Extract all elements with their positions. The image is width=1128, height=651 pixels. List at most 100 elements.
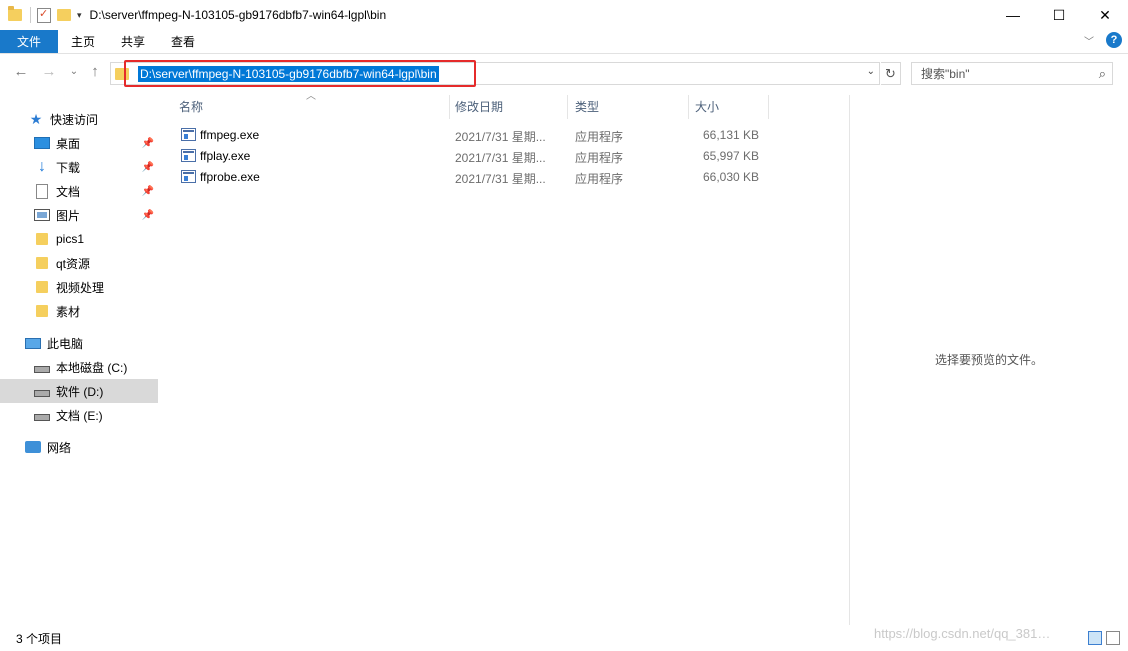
drive-icon (34, 413, 50, 421)
sidebar-item-qt-resources[interactable]: qt资源 (0, 251, 158, 275)
tab-share[interactable]: 共享 (108, 30, 158, 53)
column-divider[interactable] (688, 95, 689, 119)
file-type: 应用程序 (575, 172, 624, 186)
details-view-button[interactable] (1088, 631, 1102, 645)
search-icon[interactable]: ⌕ (1099, 66, 1106, 82)
file-name: ffmpeg.exe (200, 128, 260, 142)
title-bar: ▾ D:\server\ffmpeg-N-103105-gb9176dbfb7-… (0, 0, 1128, 30)
sidebar-item-label: 桌面 (56, 136, 81, 151)
star-icon: ★ (29, 111, 43, 127)
quick-access-toolbar: ▾ (8, 6, 90, 23)
pin-icon[interactable]: 📌 (142, 138, 154, 149)
computer-icon (25, 337, 41, 349)
search-placeholder: 搜索"bin" (921, 67, 970, 81)
pin-icon[interactable]: 📌 (142, 210, 154, 221)
navigation-bar: ← → ⌄ ↑ D:\server\ffmpeg-N-103105-gb9176… (0, 55, 1128, 93)
tab-view[interactable]: 查看 (158, 30, 208, 53)
search-input[interactable]: 搜索"bin" ⌕ (911, 62, 1113, 85)
sidebar-item-drive-c[interactable]: 本地磁盘 (C:) (0, 355, 158, 379)
sidebar-item-label: 文档 (56, 184, 81, 199)
sidebar-item-quick-access[interactable]: ★ 快速访问 (0, 107, 158, 131)
tab-file[interactable]: 文件 (0, 30, 58, 53)
preview-pane: 选择要预览的文件。 (849, 95, 1128, 625)
file-name: ffprobe.exe (200, 170, 260, 184)
address-dropdown-chevron-icon[interactable]: ⌄ (867, 66, 875, 77)
sidebar-item-materials[interactable]: 素材 (0, 299, 158, 323)
sidebar-item-label: pics1 (56, 232, 85, 246)
sidebar-item-drive-e[interactable]: 文档 (E:) (0, 403, 158, 427)
sidebar-item-documents[interactable]: 文档 📌 (0, 179, 158, 203)
drive-icon (34, 365, 50, 373)
properties-icon[interactable] (37, 7, 51, 23)
recent-locations-chevron-icon[interactable]: ⌄ (63, 66, 85, 77)
sort-ascending-icon: ︿ (306, 91, 316, 102)
folder-icon (36, 281, 48, 293)
folder-icon (36, 233, 48, 245)
help-icon[interactable]: ? (1106, 32, 1122, 48)
column-header-name[interactable]: 名称 (179, 95, 203, 117)
file-row[interactable]: ffprobe.exe 2021/7/31 星期... 应用程序 66,030 … (173, 167, 773, 188)
column-header-modified[interactable]: 修改日期 (455, 95, 503, 117)
customize-toolbar-chevron-icon[interactable]: ▾ (77, 10, 82, 21)
sidebar-item-label: qt资源 (56, 256, 91, 271)
sidebar-item-label: 文档 (E:) (56, 408, 103, 423)
sidebar-item-label: 本地磁盘 (C:) (56, 360, 128, 375)
sidebar-item-this-pc[interactable]: 此电脑 (0, 331, 158, 355)
folder-icon (8, 6, 22, 21)
file-type: 应用程序 (575, 151, 624, 165)
file-modified: 2021/7/31 星期... (455, 151, 546, 165)
large-icons-view-button[interactable] (1106, 631, 1120, 645)
column-divider[interactable] (768, 95, 769, 119)
column-header-type[interactable]: 类型 (575, 95, 599, 117)
column-header-size[interactable]: 大小 (695, 95, 719, 117)
watermark-text: https://blog.csdn.net/qq_381… (874, 626, 1051, 641)
column-divider[interactable] (567, 95, 568, 119)
executable-file-icon (181, 128, 196, 141)
forward-arrow-icon[interactable]: → (38, 63, 60, 80)
close-button[interactable]: ✕ (1082, 0, 1128, 30)
navigation-pane: ★ 快速访问 桌面 📌 ↓ 下载 📌 文档 📌 图片 📌 pics1 qt资源 … (0, 95, 160, 625)
up-arrow-icon[interactable]: ↑ (84, 63, 106, 80)
new-folder-icon[interactable] (57, 9, 71, 21)
executable-file-icon (181, 149, 196, 162)
pin-icon[interactable]: 📌 (142, 162, 154, 173)
drive-icon (34, 389, 50, 397)
tab-home[interactable]: 主页 (58, 30, 108, 53)
pin-icon[interactable]: 📌 (142, 186, 154, 197)
sidebar-item-downloads[interactable]: ↓ 下载 📌 (0, 155, 158, 179)
highlight-annotation-box (124, 60, 476, 87)
file-row[interactable]: ffmpeg.exe 2021/7/31 星期... 应用程序 66,131 K… (173, 125, 773, 146)
sidebar-item-drive-d[interactable]: 软件 (D:) (0, 379, 158, 403)
desktop-icon (34, 137, 50, 149)
ribbon-tabs: 文件 主页 共享 查看 ﹀ ? (0, 30, 1128, 54)
sidebar-item-network[interactable]: 网络 (0, 435, 158, 459)
file-size: 65,997 KB (703, 149, 760, 163)
file-size: 66,131 KB (703, 128, 760, 142)
sidebar-item-video-processing[interactable]: 视频处理 (0, 275, 158, 299)
back-arrow-icon[interactable]: ← (10, 63, 32, 80)
refresh-button[interactable]: ↻ (881, 62, 901, 85)
sidebar-item-label: 图片 (56, 208, 81, 223)
document-icon (36, 183, 48, 199)
file-size: 66,030 KB (703, 170, 760, 184)
sidebar-item-label: 此电脑 (47, 336, 84, 351)
file-row[interactable]: ffplay.exe 2021/7/31 星期... 应用程序 65,997 K… (173, 146, 773, 167)
file-name: ffplay.exe (200, 149, 251, 163)
expand-ribbon-chevron-icon[interactable]: ﹀ (1084, 33, 1094, 48)
sidebar-item-desktop[interactable]: 桌面 📌 (0, 131, 158, 155)
sidebar-item-label: 下载 (56, 160, 81, 175)
sidebar-item-pictures[interactable]: 图片 📌 (0, 203, 158, 227)
view-switcher (1084, 631, 1120, 645)
sidebar-item-pics1[interactable]: pics1 (0, 227, 158, 251)
file-type: 应用程序 (575, 130, 624, 144)
maximize-button[interactable]: ☐ (1036, 0, 1082, 30)
sidebar-item-label: 网络 (47, 440, 72, 455)
sidebar-item-label: 素材 (56, 304, 81, 319)
window-title: D:\server\ffmpeg-N-103105-gb9176dbfb7-wi… (89, 8, 387, 22)
folder-icon (36, 257, 48, 269)
column-divider[interactable] (449, 95, 450, 119)
picture-icon (34, 209, 50, 221)
item-count: 3 个项目 (16, 632, 63, 646)
preview-message: 选择要预览的文件。 (935, 353, 1044, 367)
minimize-button[interactable]: — (990, 0, 1036, 30)
